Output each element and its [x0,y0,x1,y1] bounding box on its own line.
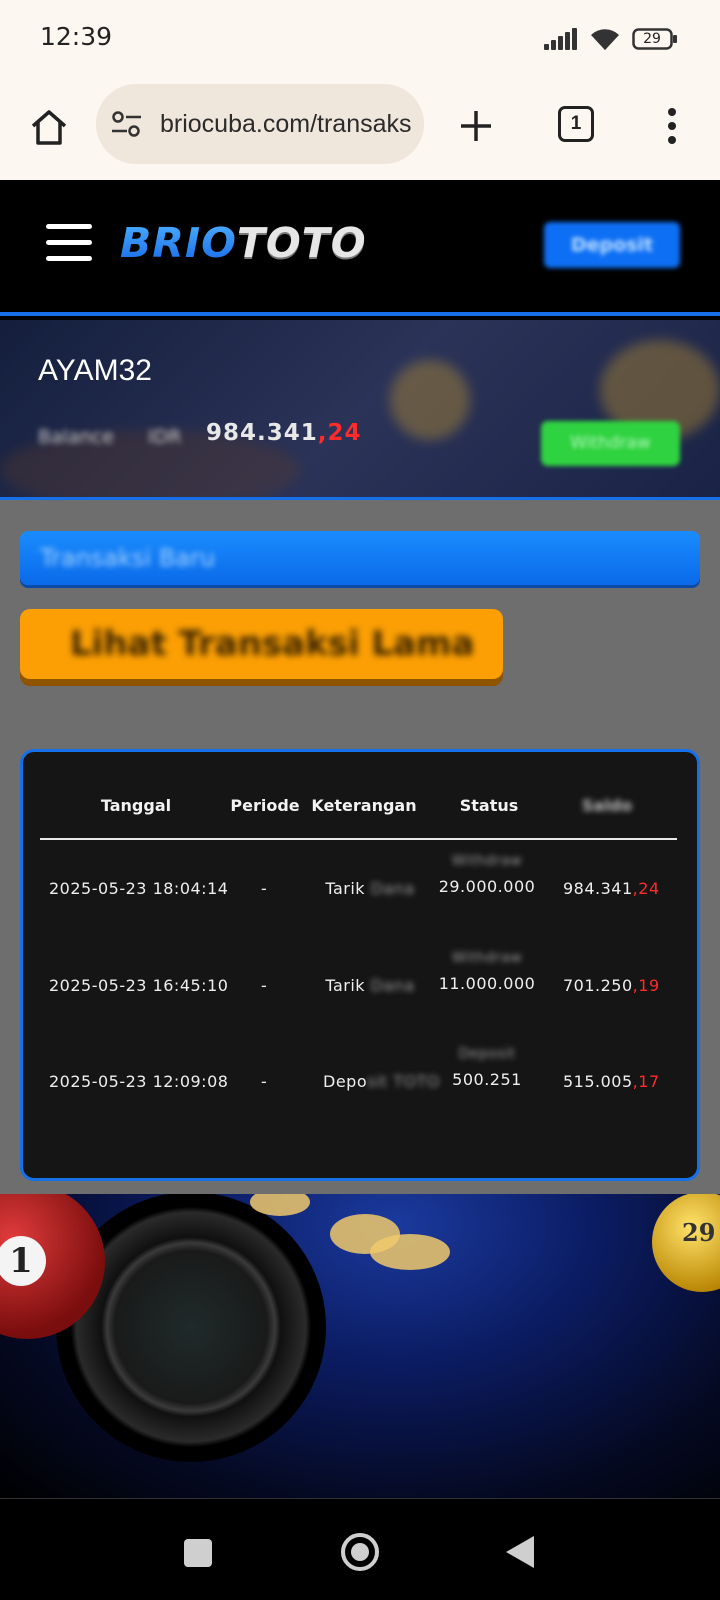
battery-level: 29 [643,31,661,47]
saldo-cents: ,24 [632,879,660,898]
site-header: BRIO TOTO Deposit [0,180,720,316]
cell-tanggal: 2025-05-23 18:04:14 [49,879,229,898]
battery-icon: 29 [632,27,678,51]
saldo-main: 515.005 [563,1072,633,1091]
wifi-icon [588,26,622,52]
cell-keterangan: Deposit TOTO [323,1072,439,1091]
username: AYAM32 [38,354,152,387]
keterangan-hidden: Dana [365,879,415,898]
url-text[interactable]: briocuba.com/transaksi [160,84,412,164]
status-label: Deposit [458,1046,516,1062]
status-amount: 11.000.000 [438,974,536,993]
table-row: 2025-05-23 16:45:10 - Tarik Dana Withdra… [23,950,703,1072]
old-transactions-button[interactable]: Lihat Transaksi Lama [20,609,503,679]
cell-periode: - [261,1072,268,1091]
hamburger-menu-icon[interactable] [46,224,92,262]
keterangan-text: Tarik [325,976,366,995]
saldo-cents: ,17 [632,1072,660,1091]
header-periode: Periode [230,796,300,815]
browser-toolbar: briocuba.com/transaksi 1 [0,78,720,180]
cloud-ornament [370,1234,450,1270]
status-amount: 500.251 [452,1070,522,1089]
cell-status: Withdraw 11.000.000 [423,950,551,993]
saldo-cents: ,19 [632,976,660,995]
header-divider [40,838,677,840]
cell-status: Withdraw 29.000.000 [423,853,551,896]
yellow-ball-number: 29 [682,1218,716,1247]
keterangan-text: Tarik [325,879,366,898]
cell-saldo: 515.005,17 [563,1072,660,1091]
status-label: Withdraw [451,950,523,966]
signal-icon [544,28,578,50]
cell-keterangan: Tarik Dana [323,976,417,995]
balance-cents: ,24 [317,420,362,446]
home-icon[interactable] [26,104,72,150]
back-icon[interactable] [506,1536,534,1568]
site-logo[interactable]: BRIO TOTO [120,219,367,267]
header-saldo: Saldo [581,796,633,815]
status-bar: 12:39 29 [0,0,720,78]
saldo-main: 701.250 [563,976,633,995]
status-label: Withdraw [451,853,523,869]
deposit-button[interactable]: Deposit [544,222,680,268]
status-icons: 29 [544,26,678,52]
cell-status: Deposit 500.251 [423,1046,551,1089]
old-transactions-label: Lihat Transaksi Lama [70,624,475,664]
cell-tanggal: 2025-05-23 12:09:08 [49,1072,229,1091]
casino-banner: 1 29 [0,1194,720,1498]
keterangan-text: Depo [323,1072,368,1091]
status-amount: 29.000.000 [438,877,536,896]
header-tanggal: Tanggal [100,796,172,815]
more-menu-icon[interactable] [662,102,682,150]
cell-keterangan: Tarik Dana [323,879,417,898]
site-settings-icon[interactable] [110,110,144,142]
balance-amount: 984.341,24 [206,420,362,446]
new-tab-icon[interactable] [452,102,500,150]
cell-saldo: 984.341,24 [563,879,660,898]
transactions-content: Transaksi Baru Lihat Transaksi Lama Tang… [0,500,720,1194]
cell-periode: - [261,879,268,898]
cell-tanggal: 2025-05-23 16:45:10 [49,976,229,995]
logo-toto: TOTO [236,219,367,267]
saldo-main: 984.341 [563,879,633,898]
tabs-icon[interactable]: 1 [558,106,594,142]
table-row: 2025-05-23 18:04:14 - Tarik Dana Withdra… [23,853,703,975]
home-nav-icon[interactable] [341,1533,379,1571]
balance-label: Balance [38,426,114,448]
balance-amount-main: 984.341 [206,420,318,446]
keterangan-hidden: Dana [365,976,415,995]
new-transaction-tab[interactable]: Transaksi Baru [20,531,700,585]
new-transaction-label: Transaksi Baru [40,544,216,572]
table-row: 2025-05-23 12:09:08 - Deposit TOTO Depos… [23,1046,703,1168]
decor-coin [390,360,470,440]
transactions-table: Tanggal Periode Keterangan Status Saldo … [20,749,700,1181]
balance-currency: IDR [148,426,182,448]
logo-brio: BRIO [120,219,237,267]
system-nav-bar [0,1498,720,1600]
recents-icon[interactable] [184,1539,212,1567]
status-time: 12:39 [40,22,113,51]
withdraw-button[interactable]: Withdraw [541,421,680,466]
cell-periode: - [261,976,268,995]
cell-saldo: 701.250,19 [563,976,660,995]
user-balance-panel: AYAM32 Balance IDR 984.341,24 Withdraw [0,320,720,500]
header-keterangan: Keterangan [311,796,417,815]
address-bar[interactable]: briocuba.com/transaksi [96,84,424,164]
header-status: Status [459,796,519,815]
